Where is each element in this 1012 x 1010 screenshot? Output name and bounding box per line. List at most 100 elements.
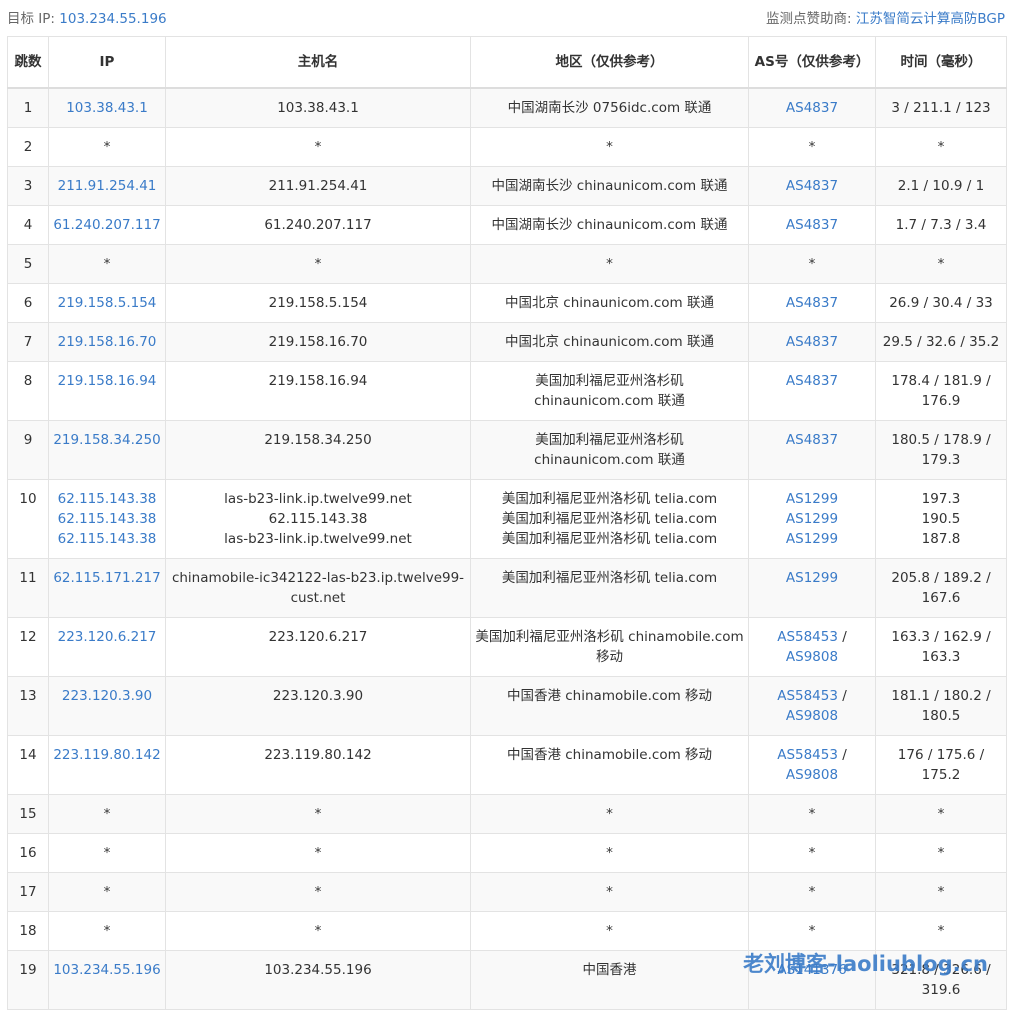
as-link[interactable]: AS4837: [753, 430, 871, 450]
ip-cell: 103.38.43.1: [48, 87, 166, 128]
hop-cell: 8: [7, 361, 49, 421]
table-row: 15 * * * * *: [7, 794, 1007, 834]
as-cell: AS4837: [748, 283, 876, 323]
hop-cell: 17: [7, 872, 49, 912]
region-text: *: [606, 139, 613, 155]
as-link[interactable]: AS58453: [777, 688, 838, 704]
hostname-cell: 219.158.34.250: [165, 420, 471, 480]
ip-link[interactable]: 211.91.254.41: [53, 176, 161, 196]
as-link[interactable]: AS58453: [777, 629, 838, 645]
hostname-text: *: [314, 139, 322, 155]
as-link[interactable]: AS4837: [753, 215, 871, 235]
region-cell: *: [470, 911, 749, 951]
as-link[interactable]: AS1299: [753, 529, 871, 549]
hostname-cell: 219.158.16.70: [165, 322, 471, 362]
region-text: 美国加利福尼亚州洛杉矶 telia.com: [501, 531, 718, 547]
hostname-cell: 223.119.80.142: [165, 735, 471, 795]
as-separator: /: [837, 688, 847, 704]
ip-link[interactable]: 219.158.5.154: [53, 293, 161, 313]
region-cell: 中国香港 chinamobile.com 移动: [470, 735, 749, 795]
as-link[interactable]: AS1299: [753, 489, 871, 509]
time-cell: *: [875, 833, 1007, 873]
time-cell: 178.4 / 181.9 / 176.9: [875, 361, 1007, 421]
table-row: 11 62.115.171.217 chinamobile-ic342122-las…: [7, 558, 1007, 618]
as-cell: AS4837: [748, 166, 876, 206]
target-ip-value[interactable]: 103.234.55.196: [59, 11, 166, 27]
ip-link[interactable]: 61.240.207.117: [53, 215, 161, 235]
as-cell: AS4837: [748, 87, 876, 128]
hop-cell: 19: [7, 950, 49, 1010]
sponsor-link[interactable]: 江苏智简云计算高防BGP: [856, 11, 1005, 27]
as-cell: *: [748, 127, 876, 167]
table-row: 17 * * * * *: [7, 872, 1007, 912]
as-link[interactable]: AS4837: [753, 176, 871, 196]
hostname-text: 223.119.80.142: [264, 747, 372, 763]
ip-link[interactable]: 219.158.16.94: [53, 371, 161, 391]
ip-link[interactable]: 219.158.34.250: [53, 430, 161, 450]
ip-empty: *: [103, 139, 111, 155]
region-cell: *: [470, 244, 749, 284]
hostname-cell: *: [165, 872, 471, 912]
table-row: 6 219.158.5.154 219.158.5.154 中国北京 chinauni…: [7, 283, 1007, 323]
time-cell: 181.1 / 180.2 / 180.5: [875, 676, 1007, 736]
as-line: AS58453 /: [753, 686, 871, 706]
ip-empty: *: [103, 806, 111, 822]
hostname-cell: *: [165, 244, 471, 284]
ip-link[interactable]: 62.115.143.38: [53, 509, 161, 529]
as-link[interactable]: AS4837: [753, 332, 871, 352]
as-link[interactable]: AS4837: [753, 293, 871, 313]
hostname-text: 223.120.6.217: [268, 629, 368, 645]
as-empty: *: [808, 845, 816, 861]
as-cell: AS1299 AS1299 AS1299: [748, 479, 876, 559]
time-cell: *: [875, 244, 1007, 284]
ip-link[interactable]: 62.115.143.38: [53, 529, 161, 549]
as-cell: AS58453 / AS9808: [748, 735, 876, 795]
region-text: *: [606, 884, 613, 900]
hostname-text: 61.240.207.117: [264, 217, 372, 233]
ip-link[interactable]: 223.120.6.217: [53, 627, 161, 647]
as-cell: AS58453 /AS9808: [748, 617, 876, 677]
table-row: 5 * * * * *: [7, 244, 1007, 284]
hostname-cell: *: [165, 794, 471, 834]
hostname-text: 103.234.55.196: [264, 962, 372, 978]
as-link[interactable]: AS58453: [777, 747, 838, 763]
as-link[interactable]: AS1299: [753, 509, 871, 529]
hostname-cell: chinamobile-ic342122-las-b23.ip.twelve99…: [165, 558, 471, 618]
table-row: 3 211.91.254.41 211.91.254.41 中国湖南长沙 chinau…: [7, 166, 1007, 206]
ip-link[interactable]: 103.234.55.196: [53, 960, 161, 980]
ip-cell: 219.158.5.154: [48, 283, 166, 323]
watermark: 老刘博客-laoliublog.cn: [743, 952, 988, 976]
ip-link[interactable]: 219.158.16.70: [53, 332, 161, 352]
ip-link[interactable]: 103.38.43.1: [53, 98, 161, 118]
region-cell: 美国加利福尼亚州洛杉矶 telia.com: [470, 558, 749, 618]
as-cell: AS4837: [748, 322, 876, 362]
as-empty: *: [808, 923, 816, 939]
as-separator: /: [837, 747, 847, 763]
region-text: *: [606, 923, 613, 939]
as-cell: AS4837: [748, 205, 876, 245]
hostname-text: *: [314, 806, 322, 822]
hostname-text: 219.158.16.70: [268, 334, 368, 350]
as-link[interactable]: AS9808: [753, 765, 871, 785]
region-text: 美国加利福尼亚州洛杉矶 chinaunicom.com 联通: [534, 373, 685, 409]
ip-link[interactable]: 62.115.171.217: [53, 568, 161, 588]
ip-link[interactable]: 223.120.3.90: [53, 686, 161, 706]
ip-cell: 223.119.80.142: [48, 735, 166, 795]
as-link[interactable]: AS9808: [753, 647, 871, 667]
region-text: *: [606, 256, 613, 272]
region-cell: *: [470, 833, 749, 873]
region-cell: 美国加利福尼亚州洛杉矶 chinamobile.com 移动: [470, 617, 749, 677]
as-link[interactable]: AS1299: [753, 568, 871, 588]
col-hostname-header: 主机名: [165, 36, 471, 89]
table-row: 9 219.158.34.250 219.158.34.250 美国加利福尼亚州洛杉矶…: [7, 420, 1007, 480]
as-link[interactable]: AS4837: [753, 371, 871, 391]
ip-link[interactable]: 62.115.143.38: [53, 489, 161, 509]
table-body: 1 103.38.43.1 103.38.43.1 中国湖南长沙 0756idc.co…: [7, 87, 1007, 1010]
hop-cell: 2: [7, 127, 49, 167]
ip-cell: *: [48, 872, 166, 912]
hostname-cell: 219.158.5.154: [165, 283, 471, 323]
col-as-header: AS号（仅供参考）: [748, 36, 876, 89]
as-link[interactable]: AS4837: [753, 98, 871, 118]
as-link[interactable]: AS9808: [753, 706, 871, 726]
ip-link[interactable]: 223.119.80.142: [53, 745, 161, 765]
